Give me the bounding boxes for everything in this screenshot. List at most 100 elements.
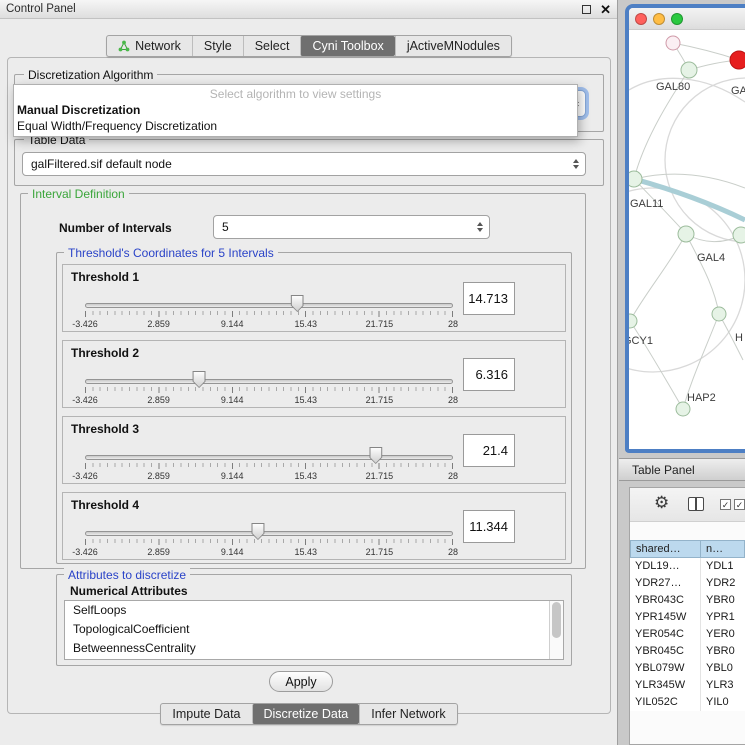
checkbox-icon[interactable]: ✓ [734, 499, 745, 510]
slider-track[interactable] [85, 455, 453, 460]
tab-network[interactable]: Network [107, 36, 192, 56]
close-icon[interactable]: ✕ [600, 3, 611, 16]
slider-tickmarks [85, 463, 453, 469]
threshold-panel-4: Threshold 4 -3.4262.8599.14415.4321.7152… [62, 492, 566, 560]
slider-scale-label: 21.715 [366, 547, 394, 557]
table-row[interactable]: YBL079WYBL0 [630, 660, 745, 677]
slider-scale-label: 2.859 [147, 471, 170, 481]
node-label: GAL80 [656, 81, 690, 93]
tab-select[interactable]: Select [243, 36, 301, 56]
node[interactable] [681, 62, 697, 78]
slider-scale-label: 28 [448, 395, 458, 405]
tab-infer-network[interactable]: Infer Network [359, 704, 456, 724]
tab-jactivemnodules-label: jActiveMNodules [407, 39, 500, 53]
attribute-list-item[interactable]: TopologicalCoefficient [65, 620, 563, 639]
threshold-3-value-field[interactable]: 21.4 [463, 434, 515, 467]
node[interactable] [733, 227, 745, 243]
node[interactable] [676, 402, 690, 416]
node[interactable] [712, 307, 726, 321]
table-row[interactable]: YBR043CYBR0 [630, 592, 745, 609]
table-panel-header[interactable]: Table Panel [619, 458, 745, 481]
tab-jactivemnodules[interactable]: jActiveMNodules [395, 36, 511, 56]
table-data-combobox[interactable]: galFiltered.sif default node [22, 152, 586, 176]
slider-scale-label: 9.144 [221, 395, 244, 405]
tab-style[interactable]: Style [192, 36, 243, 56]
cell-name: YPR1 [701, 609, 745, 626]
window-title: Control Panel [6, 3, 76, 15]
slider-thumb[interactable] [251, 523, 264, 540]
zoom-traffic-light-icon[interactable] [671, 13, 683, 25]
table-row[interactable]: YDL19…YDL1 [630, 558, 745, 575]
threshold-1-label: Threshold 1 [71, 270, 139, 284]
control-panel-titlebar[interactable]: Control Panel ✕ [0, 0, 617, 19]
checkbox-icon[interactable]: ✓ [720, 499, 731, 510]
threshold-panel-1: Threshold 1 -3.4262.8599.14415.4321.7152… [62, 264, 566, 332]
list-scrollbar[interactable] [549, 601, 563, 659]
tab-discretize-data[interactable]: Discretize Data [252, 704, 360, 724]
slider-track[interactable] [85, 379, 453, 384]
slider-tickmarks [85, 387, 453, 393]
slider-scale-label: 28 [448, 471, 458, 481]
tab-cyni-toolbox[interactable]: Cyni Toolbox [300, 36, 394, 56]
network-window-titlebar[interactable] [629, 8, 745, 30]
table-row[interactable]: YBR045CYBR0 [630, 643, 745, 660]
table-row[interactable]: YIL052CYIL0 [630, 694, 745, 711]
slider-scale-labels: -3.4262.8599.14415.4321.71528 [85, 471, 453, 481]
dropdown-option-manual-discretization[interactable]: Manual Discretization [14, 102, 577, 118]
combo-arrows-icon [477, 222, 483, 232]
table-row[interactable]: YLR345WYLR3 [630, 677, 745, 694]
cell-shared-name: YPR145W [630, 609, 701, 626]
column-header-name[interactable]: n… [701, 540, 745, 558]
thresholds-group-title: Threshold's Coordinates for 5 Intervals [64, 246, 278, 260]
cell-shared-name: YDL19… [630, 558, 701, 575]
cell-name: YBR0 [701, 643, 745, 660]
slider-scale-label: 15.43 [295, 547, 318, 557]
table-toolbar: ⚙ ✓ ✓ [630, 488, 745, 522]
close-traffic-light-icon[interactable] [635, 13, 647, 25]
attribute-list-item[interactable]: SelfLoops [65, 601, 563, 620]
cell-name: YDR2 [701, 575, 745, 592]
scrollbar-thumb[interactable] [552, 602, 561, 638]
slider-track[interactable] [85, 531, 453, 536]
network-canvas[interactable]: GAL80 GA GAL11 GAL4 GCY1 H HAP2 [629, 30, 745, 450]
threshold-4-value-field[interactable]: 11.344 [463, 510, 515, 543]
algorithm-dropdown-popup: Select algorithm to view settings Manual… [13, 84, 578, 137]
slider-thumb[interactable] [369, 447, 382, 464]
dropdown-option-equal-width[interactable]: Equal Width/Frequency Discretization [14, 118, 577, 134]
minimize-icon[interactable] [582, 5, 591, 14]
minimize-traffic-light-icon[interactable] [653, 13, 665, 25]
node[interactable] [678, 226, 694, 242]
threshold-1-value-field[interactable]: 14.713 [463, 282, 515, 315]
slider-scale-label: 9.144 [221, 471, 244, 481]
dropdown-placeholder-option[interactable]: Select algorithm to view settings [14, 87, 577, 102]
node[interactable] [666, 36, 680, 50]
slider-scale-label: 15.43 [295, 395, 318, 405]
tab-impute-data[interactable]: Impute Data [161, 704, 251, 724]
slider-scale-label: 15.43 [295, 319, 318, 329]
node[interactable] [629, 314, 637, 328]
apply-button[interactable]: Apply [269, 671, 333, 692]
attribute-list-item[interactable]: BetweennessCentrality [65, 639, 563, 658]
table-row[interactable]: YDR27…YDR2 [630, 575, 745, 592]
gear-icon[interactable]: ⚙ [654, 494, 669, 511]
cell-name: YBR0 [701, 592, 745, 609]
number-of-intervals-combobox[interactable]: 5 [213, 215, 490, 239]
table-row[interactable]: YPR145WYPR1 [630, 609, 745, 626]
columns-icon[interactable] [688, 497, 704, 511]
numerical-attributes-list[interactable]: SelfLoopsTopologicalCoefficientBetweenne… [64, 600, 564, 660]
threshold-panel-2: Threshold 2 -3.4262.8599.14415.4321.7152… [62, 340, 566, 408]
table-row[interactable]: YER054CYER0 [630, 626, 745, 643]
node-label: HAP2 [687, 392, 716, 404]
slider-track[interactable] [85, 303, 453, 308]
slider-tickmarks [85, 539, 453, 545]
numerical-attributes-heading: Numerical Attributes [66, 584, 192, 598]
slider-scale-label: 2.859 [147, 547, 170, 557]
slider-thumb[interactable] [193, 371, 206, 388]
cell-shared-name: YIL052C [630, 694, 701, 711]
slider-thumb[interactable] [291, 295, 304, 312]
threshold-2-value-field[interactable]: 6.316 [463, 358, 515, 391]
desktop: Control Panel ✕ Network Style Select [0, 0, 745, 745]
node[interactable] [629, 171, 642, 187]
node-selected-red[interactable] [730, 51, 745, 69]
column-header-shared-name[interactable]: shared… [630, 540, 701, 558]
